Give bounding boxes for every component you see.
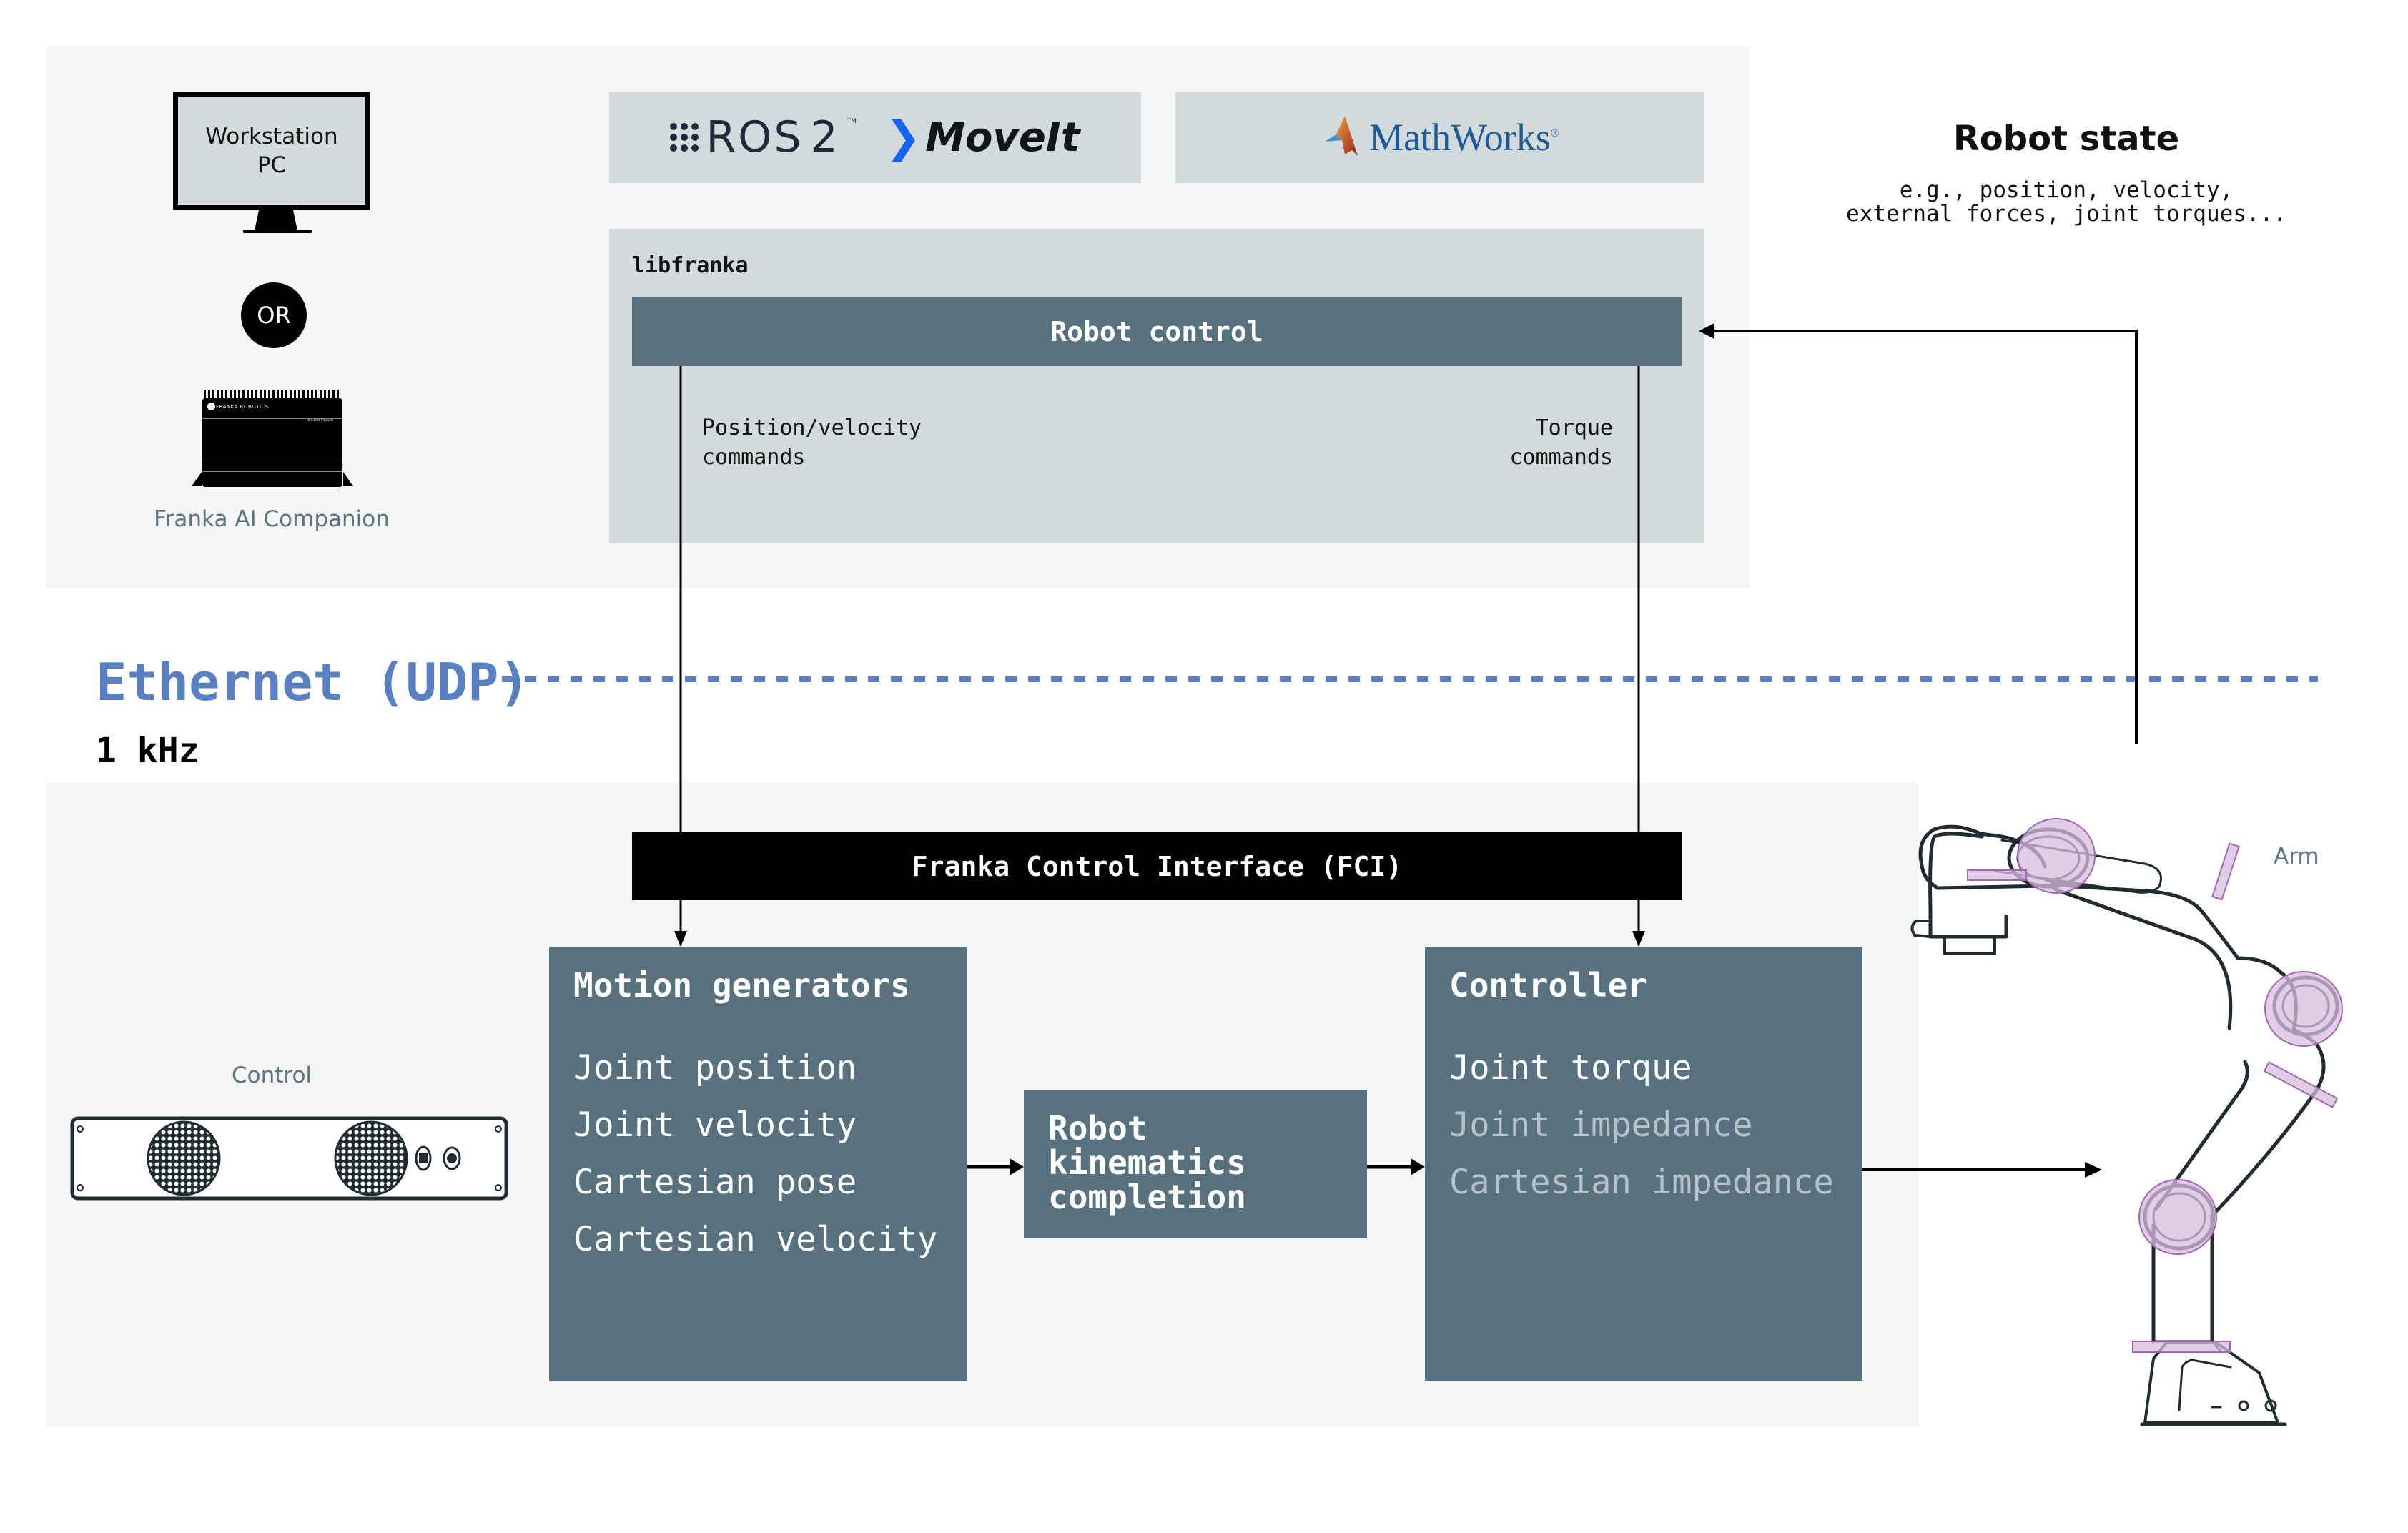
arrowhead-icon [1010,1158,1024,1175]
joint-highlight [2263,1061,2339,1108]
joint-highlight [2132,1341,2231,1353]
joint-highlight [2264,971,2343,1047]
joint-highlight [1967,869,2027,881]
joint-highlight [2017,818,2096,894]
arrowhead-icon [1699,323,1714,339]
arrowhead-icon [2085,1162,2102,1178]
connectors-layer [502,323,2343,1426]
robot-arm-icon [1910,824,2339,1426]
arrowhead-icon [1632,931,1645,947]
arrowhead-icon [1411,1158,1425,1175]
arrowhead-icon [674,931,687,947]
joint-highlight [2138,1179,2217,1255]
joint-highlight [2211,842,2240,901]
